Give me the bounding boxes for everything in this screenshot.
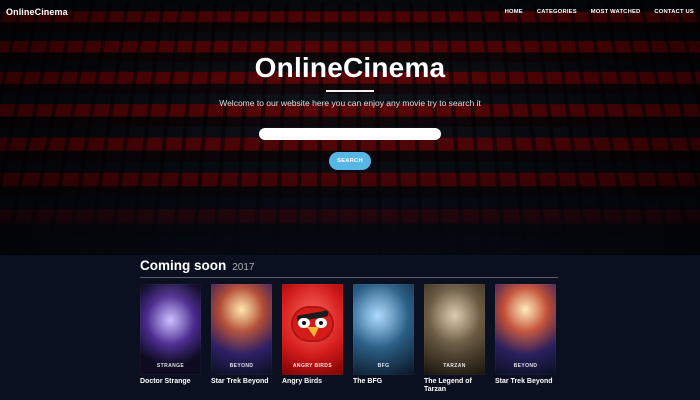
poster-label: BEYOND (211, 363, 272, 369)
movie-card[interactable]: STRANGE Doctor Strange (140, 284, 201, 393)
coming-soon-title: Coming soon (140, 258, 226, 273)
search-input[interactable] (259, 128, 441, 140)
top-navbar: OnlineCinema HOME CATEGORIES MOST WATCHE… (0, 0, 700, 24)
angry-bird-eye-left (298, 318, 310, 328)
movie-card[interactable]: TARZAN The Legend of Tarzan (424, 284, 485, 393)
movie-poster[interactable]: STRANGE (140, 284, 201, 375)
hero-title: OnlineCinema (0, 54, 700, 82)
angry-bird-icon (291, 306, 334, 342)
hero-content: OnlineCinema Welcome to our website here… (0, 54, 700, 108)
movie-card[interactable]: ANGRY BIRDS Angry Birds (282, 284, 343, 393)
movie-poster[interactable]: BFG (353, 284, 414, 375)
movie-title[interactable]: The Legend of Tarzan (424, 378, 485, 393)
coming-soon-header: Coming soon 2017 (140, 258, 558, 278)
poster-label: TARZAN (424, 363, 485, 369)
angry-bird-beak (307, 327, 319, 337)
movie-title[interactable]: Angry Birds (282, 378, 343, 386)
poster-label: BFG (353, 363, 414, 369)
brand-logo-link[interactable]: OnlineCinema (6, 7, 68, 17)
angry-bird-pupil-left (302, 321, 306, 325)
movie-poster[interactable]: ANGRY BIRDS (282, 284, 343, 375)
movie-card[interactable]: BEYOND Star Trek Beyond (495, 284, 556, 393)
movie-poster[interactable]: TARZAN (424, 284, 485, 375)
coming-soon-year: 2017 (232, 262, 254, 273)
movie-poster[interactable]: BEYOND (211, 284, 272, 375)
nav-most-watched[interactable]: MOST WATCHED (591, 9, 641, 15)
movie-title[interactable]: Doctor Strange (140, 378, 201, 386)
hero-subtitle: Welcome to our website here you can enjo… (0, 98, 700, 108)
nav-categories[interactable]: CATEGORIES (537, 9, 577, 15)
nav-home[interactable]: HOME (505, 9, 523, 15)
movie-card[interactable]: BEYOND Star Trek Beyond (211, 284, 272, 393)
movie-title[interactable]: Star Trek Beyond (495, 378, 556, 386)
poster-label: ANGRY BIRDS (282, 363, 343, 369)
movie-title[interactable]: The BFG (353, 378, 414, 386)
movie-card[interactable]: BFG The BFG (353, 284, 414, 393)
hero-search: SEARCH (0, 128, 700, 170)
movie-poster[interactable]: BEYOND (495, 284, 556, 375)
main-nav: HOME CATEGORIES MOST WATCHED CONTACT US (505, 9, 694, 15)
poster-label: STRANGE (140, 363, 201, 369)
nav-contact-us[interactable]: CONTACT US (654, 9, 694, 15)
coming-soon-section: Coming soon 2017 STRANGE Doctor Strange … (140, 258, 558, 393)
coming-soon-movies: STRANGE Doctor Strange BEYOND Star Trek … (140, 284, 558, 393)
hero-title-underline (326, 90, 374, 92)
movie-title[interactable]: Star Trek Beyond (211, 378, 272, 386)
poster-label: BEYOND (495, 363, 556, 369)
search-button[interactable]: SEARCH (329, 152, 371, 170)
angry-bird-pupil-right (319, 321, 323, 325)
angry-bird-eye-right (315, 318, 327, 328)
